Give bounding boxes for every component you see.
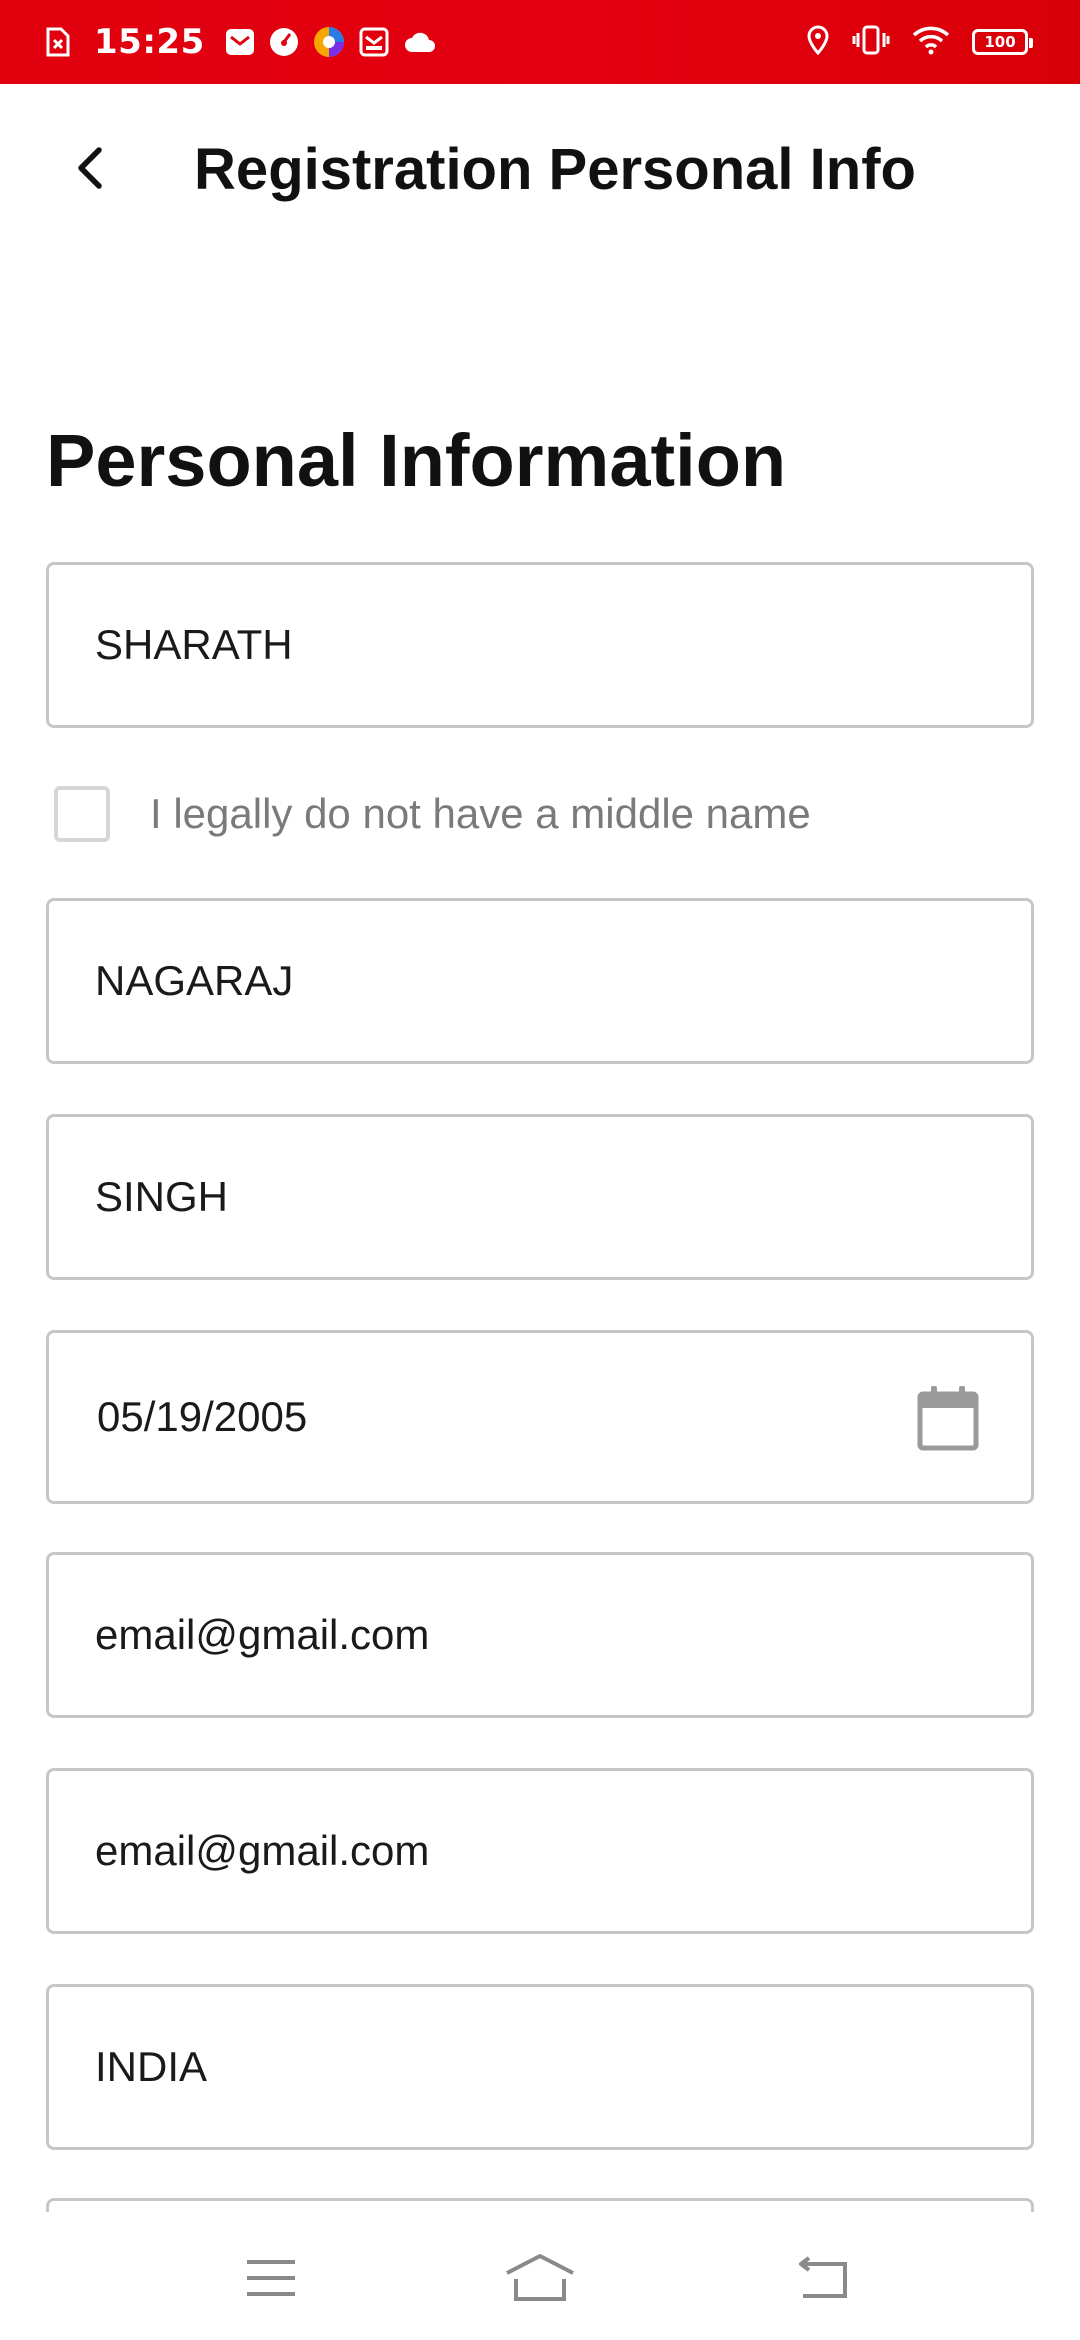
first-name-value: SHARATH [95, 621, 293, 668]
menu-icon [247, 2260, 295, 2296]
speed-icon [269, 27, 299, 57]
status-bar: 15:25 100 [0, 0, 1080, 84]
battery-icon: 100 [972, 29, 1033, 55]
last-name-value: SINGH [95, 1173, 229, 1220]
first-name-field[interactable]: SHARATH [46, 562, 1034, 728]
no-middle-name-row[interactable]: I legally do not have a middle name [54, 784, 811, 844]
middle-name-field[interactable]: NAGARAJ [46, 898, 1034, 1064]
doc-x-icon [46, 27, 70, 57]
confirm-email-value: email@gmail.com [95, 1827, 430, 1874]
back-nav-button[interactable] [783, 2248, 863, 2308]
confirm-email-field[interactable]: email@gmail.com [46, 1768, 1034, 1934]
status-time: 15:25 [94, 22, 205, 62]
page-title: Registration Personal Info [194, 137, 916, 202]
inbox-icon [359, 27, 389, 57]
battery-level: 100 [984, 33, 1016, 51]
wifi-icon [912, 25, 950, 60]
back-nav-icon [799, 2256, 847, 2298]
no-middle-name-checkbox[interactable] [54, 786, 110, 842]
date-of-birth-field[interactable]: 05/19/2005 [46, 1330, 1034, 1504]
country-field[interactable]: INDIA [46, 1984, 1034, 2150]
home-icon [506, 2254, 574, 2301]
middle-name-value: NAGARAJ [95, 957, 294, 1004]
email-field[interactable]: email@gmail.com [46, 1552, 1034, 1718]
cloud-icon [403, 31, 437, 53]
date-of-birth-value: 05/19/2005 [97, 1393, 308, 1440]
last-name-field[interactable]: SINGH [46, 1114, 1034, 1280]
country-value: INDIA [95, 2043, 208, 2090]
status-left: 15:25 [46, 0, 451, 84]
calendar-icon[interactable] [917, 1385, 979, 1458]
no-middle-name-label: I legally do not have a middle name [150, 790, 811, 837]
location-icon [806, 24, 830, 60]
mail-icon [225, 28, 255, 56]
system-nav-bar [0, 2212, 1080, 2340]
browser-icon [313, 26, 345, 58]
app-header: Registration Personal Info [0, 84, 1080, 254]
menu-nav-button[interactable] [231, 2248, 311, 2308]
status-right: 100 [806, 0, 1033, 84]
section-title: Personal Information [46, 419, 787, 502]
vibrate-icon [852, 25, 890, 60]
email-value: email@gmail.com [95, 1611, 430, 1658]
home-nav-button[interactable] [500, 2248, 580, 2308]
